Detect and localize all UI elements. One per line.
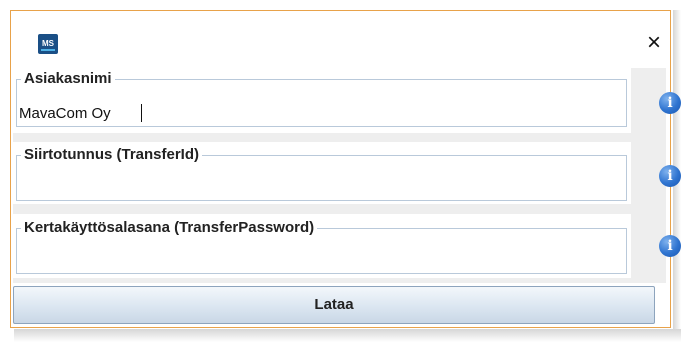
transfer-id-label: Siirtotunnus (TransferId) (21, 146, 203, 164)
title-bar: MS × (11, 11, 670, 69)
transfer-password-label: Kertakäyttösalasana (TransferPassword) (21, 219, 318, 237)
field-panel-customer-name: Asiakasnimi (13, 68, 631, 133)
field-panel-transfer-password: Kertakäyttösalasana (TransferPassword) (13, 214, 631, 278)
fieldset-transfer-password: Kertakäyttösalasana (TransferPassword) (16, 219, 627, 274)
customer-name-label: Asiakasnimi (21, 70, 115, 88)
app-logo-icon: MS (38, 34, 58, 54)
window-shadow-bottom (14, 329, 681, 342)
download-button[interactable]: Lataa (13, 286, 655, 324)
transfer-id-input[interactable] (17, 174, 626, 200)
customer-name-input[interactable] (17, 100, 626, 126)
close-button[interactable]: × (641, 30, 667, 56)
customer-name-info-icon[interactable]: i (659, 92, 681, 114)
transfer-id-info-icon[interactable]: i (659, 165, 681, 187)
transfer-password-info-icon[interactable]: i (659, 235, 681, 257)
text-caret (141, 104, 142, 122)
transfer-password-input[interactable] (17, 247, 626, 273)
form-background: Asiakasnimi i Siirtotunnus (TransferId) … (13, 68, 681, 283)
field-panel-transfer-id: Siirtotunnus (TransferId) (13, 142, 631, 204)
fieldset-customer-name: Asiakasnimi (16, 70, 627, 127)
fieldset-transfer-id: Siirtotunnus (TransferId) (16, 146, 627, 201)
